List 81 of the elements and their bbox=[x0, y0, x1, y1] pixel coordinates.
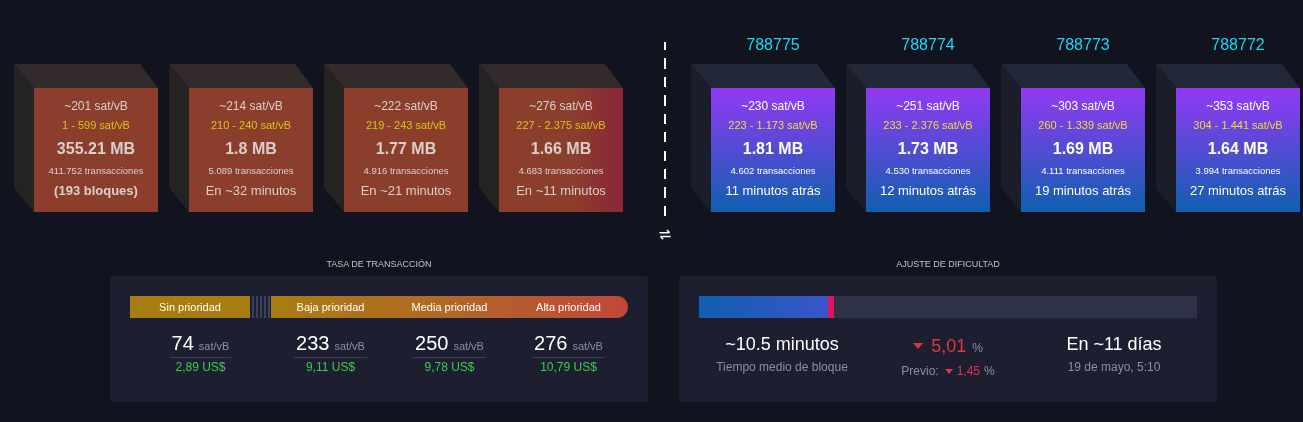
block-eta: (193 bloques) bbox=[54, 183, 138, 199]
fiat-fee: 9,78 US$ bbox=[424, 360, 475, 374]
block-height-link[interactable]: 788775 bbox=[726, 36, 800, 54]
median-fee: ~222 sat/vB bbox=[374, 98, 438, 114]
fiat-fee: 10,79 US$ bbox=[540, 360, 597, 374]
median-fee: ~276 sat/vB bbox=[529, 98, 593, 114]
transaction-count: 4.530 transacciones bbox=[885, 165, 971, 177]
adjustment-eta: En ~11 días bbox=[1066, 333, 1162, 356]
block-height-link[interactable]: 788773 bbox=[1036, 36, 1110, 54]
transaction-count: 5.089 transacciones bbox=[208, 165, 294, 177]
fee-rate: 74 bbox=[171, 332, 194, 354]
swap-icon[interactable] bbox=[658, 228, 672, 240]
percent-unit: % bbox=[972, 340, 983, 357]
fee-unit: sat/vB bbox=[198, 340, 230, 352]
block-eta: En ~32 minutos bbox=[205, 183, 297, 199]
fee-range: 223 - 1.173 sat/vB bbox=[728, 118, 818, 132]
fiat-fee: 9,11 US$ bbox=[305, 360, 356, 374]
section-title: TASA DE TRANSACCIÓN bbox=[326, 258, 432, 270]
block-eta: En ~21 minutos bbox=[360, 183, 452, 199]
transaction-count: 4.602 transacciones bbox=[730, 165, 816, 177]
transaction-count: 4.683 transacciones bbox=[518, 165, 604, 177]
block-size: 1.69 MB bbox=[1052, 139, 1114, 159]
block-time-ago: 11 minutos atrás bbox=[725, 183, 821, 199]
block-size: 1.8 MB bbox=[225, 139, 277, 159]
transaction-count: 4.916 transacciones bbox=[363, 165, 449, 177]
fiat-fee: 2,89 US$ bbox=[175, 360, 226, 374]
transaction-count: 4.111 transacciones bbox=[1041, 165, 1125, 177]
fee-range: 219 - 243 sat/vB bbox=[365, 118, 447, 132]
mempool-block[interactable]: ~214 sat/vB 210 - 240 sat/vB 1.8 MB 5.089 transacciones En ~32 minutos bbox=[189, 88, 313, 212]
fee-label: Media prioridad bbox=[410, 300, 489, 315]
block-time-ago: 12 minutos atrás bbox=[879, 183, 977, 199]
progress-marker bbox=[828, 296, 835, 318]
mined-block[interactable]: ~230 sat/vB 223 - 1.173 sat/vB 1.81 MB 4.602 transacciones 11 minutos atrás bbox=[711, 88, 835, 212]
block-size: 1.66 MB bbox=[530, 139, 592, 159]
section-title: AJUSTE DE DIFICULTAD bbox=[896, 258, 1000, 270]
fee-label: Sin prioridad bbox=[130, 296, 250, 318]
fee-unit: sat/vB bbox=[453, 340, 484, 352]
median-fee: ~201 sat/vB bbox=[64, 98, 128, 114]
difficulty-change: 5,01 bbox=[931, 335, 967, 358]
fee-label: Baja prioridad bbox=[295, 300, 366, 315]
median-fee: ~230 sat/vB bbox=[741, 98, 805, 114]
block-size: 1.77 MB bbox=[375, 139, 437, 159]
fee-range: 304 - 1.441 sat/vB bbox=[1193, 118, 1283, 132]
fee-rate: 250 bbox=[415, 332, 449, 354]
median-fee: ~251 sat/vB bbox=[896, 98, 960, 114]
block-height-link[interactable]: 788772 bbox=[1191, 36, 1265, 54]
block-time-ago: 27 minutos atrás bbox=[1189, 183, 1287, 199]
block-size: 1.64 MB bbox=[1207, 139, 1269, 159]
percent-unit: % bbox=[984, 364, 995, 378]
average-block-time: ~10.5 minutos bbox=[725, 333, 839, 356]
mempool-block[interactable]: ~222 sat/vB 219 - 243 sat/vB 1.77 MB 4.916 transacciones En ~21 minutos bbox=[344, 88, 468, 212]
median-fee: ~214 sat/vB bbox=[219, 98, 283, 114]
fee-range: 210 - 240 sat/vB bbox=[210, 118, 292, 132]
previous-label: Previo: bbox=[901, 364, 939, 378]
fee-range: 227 - 2.375 sat/vB bbox=[516, 118, 606, 132]
median-fee: ~353 sat/vB bbox=[1206, 98, 1270, 114]
transaction-count: 411.752 transacciones bbox=[48, 165, 144, 177]
block-height-link[interactable]: 788774 bbox=[881, 36, 955, 54]
fee-range: 233 - 2.376 sat/vB bbox=[883, 118, 973, 132]
mempool-block[interactable]: ~276 sat/vB 227 - 2.375 sat/vB 1.66 MB 4.683 transacciones En ~11 minutos bbox=[499, 88, 623, 212]
mined-block[interactable]: ~353 sat/vB 304 - 1.441 sat/vB 1.64 MB 3.994 transacciones 27 minutos atrás bbox=[1176, 88, 1300, 212]
block-size: 355.21 MB bbox=[56, 139, 136, 159]
transaction-count: 3.994 transacciones bbox=[1195, 165, 1281, 177]
fee-rate: 276 bbox=[534, 332, 568, 354]
adjustment-date: 19 de mayo, 5:10 bbox=[1067, 360, 1161, 374]
fee-label: Alta prioridad bbox=[535, 300, 602, 315]
block-eta: En ~11 minutos bbox=[516, 183, 606, 199]
mined-block[interactable]: ~303 sat/vB 260 - 1.339 sat/vB 1.69 MB 4.111 transacciones 19 minutos atrás bbox=[1021, 88, 1145, 212]
block-size: 1.81 MB bbox=[742, 139, 804, 159]
stat-label: Tiempo medio de bloque bbox=[716, 360, 848, 374]
mempool-block[interactable]: ~201 sat/vB 1 - 599 sat/vB 355.21 MB 411.752 transacciones (193 bloques) bbox=[34, 88, 158, 212]
fee-rate: 233 bbox=[296, 332, 330, 354]
fee-range: 1 - 599 sat/vB bbox=[62, 118, 130, 132]
fee-unit: sat/vB bbox=[572, 340, 603, 352]
mined-block[interactable]: ~251 sat/vB 233 - 2.376 sat/vB 1.73 MB 4.530 transacciones 12 minutos atrás bbox=[866, 88, 990, 212]
median-fee: ~303 sat/vB bbox=[1051, 98, 1115, 114]
fee-range: 260 - 1.339 sat/vB bbox=[1038, 118, 1128, 132]
block-size: 1.73 MB bbox=[897, 139, 959, 159]
block-time-ago: 19 minutos atrás bbox=[1034, 183, 1132, 199]
fee-unit: sat/vB bbox=[334, 340, 365, 352]
previous-change: 1,45 bbox=[956, 364, 980, 378]
